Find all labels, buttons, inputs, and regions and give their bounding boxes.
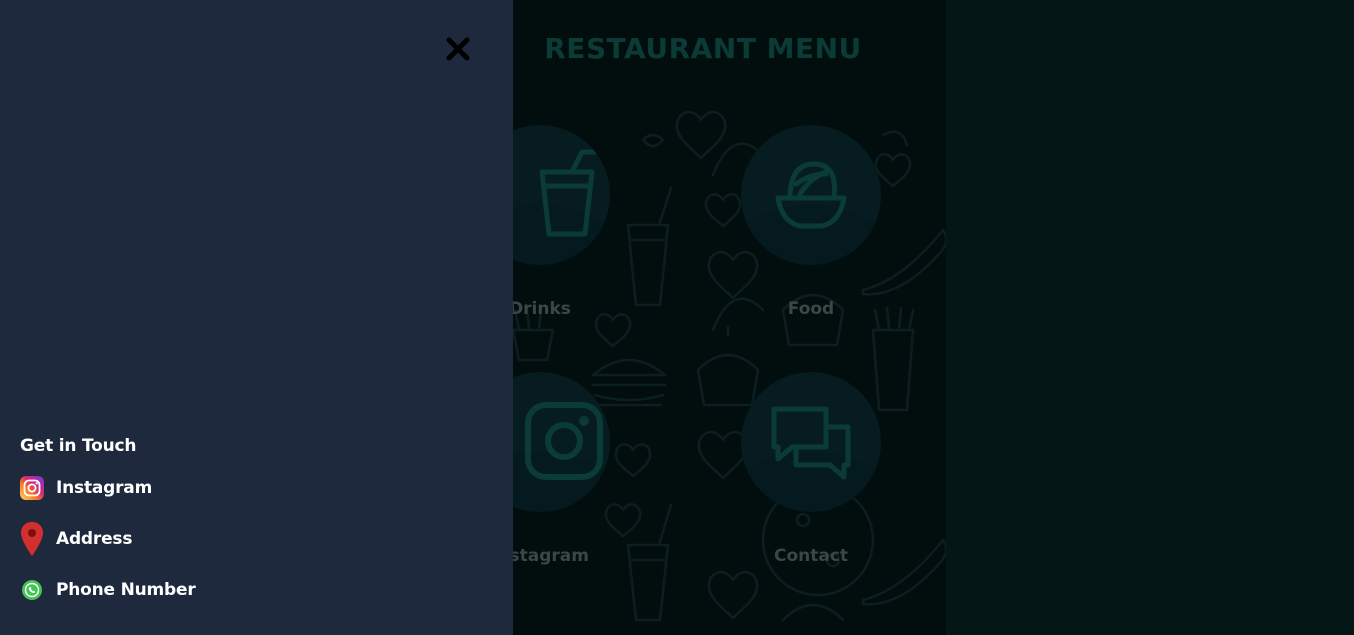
instagram-icon bbox=[20, 470, 44, 506]
card-label: Food bbox=[787, 299, 835, 319]
contact-label: Address bbox=[56, 529, 133, 549]
page: RESTAURANT MENU Drinks Food Instagram Co… bbox=[0, 0, 1354, 635]
instagram-icon bbox=[525, 402, 603, 480]
drink-cup-icon bbox=[539, 149, 599, 237]
map-pin-icon bbox=[20, 521, 44, 557]
card-circle bbox=[741, 372, 881, 512]
contact-link-address[interactable]: Address bbox=[20, 521, 196, 557]
chat-bubbles-icon bbox=[771, 406, 851, 480]
card-label: Contact bbox=[773, 546, 849, 566]
card-circle bbox=[741, 125, 881, 265]
whatsapp-icon bbox=[20, 572, 44, 608]
menu-card-contact[interactable]: Contact bbox=[741, 372, 881, 566]
menu-card-food[interactable]: Food bbox=[741, 125, 881, 319]
contact-title: Get in Touch bbox=[20, 436, 137, 456]
contact-label: Phone Number bbox=[56, 580, 196, 600]
food-bowl-icon bbox=[775, 161, 847, 229]
offcanvas-sidebar: Get in Touch Instagram Address Phone Num… bbox=[0, 0, 513, 635]
close-icon bbox=[446, 37, 470, 61]
contact-section: Get in Touch Instagram Address Phone Num… bbox=[20, 436, 196, 623]
contact-link-phone[interactable]: Phone Number bbox=[20, 572, 196, 608]
contact-link-instagram[interactable]: Instagram bbox=[20, 470, 196, 506]
contact-label: Instagram bbox=[56, 478, 153, 498]
close-button[interactable] bbox=[445, 36, 471, 62]
